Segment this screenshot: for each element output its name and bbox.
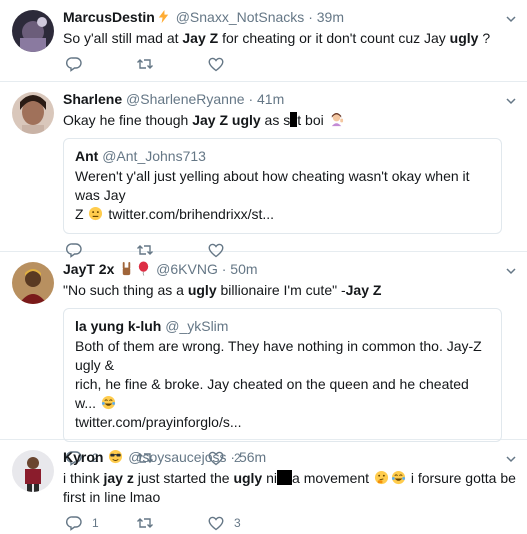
tweet-text: i think jay z just started the ugly ni a … xyxy=(63,470,516,505)
tweet-header: MarcusDestin @Snaxx_NotSnacks · 39m xyxy=(63,8,519,26)
like-button[interactable] xyxy=(207,55,234,73)
tweet-text: "No such thing as a ugly billionaire I'm… xyxy=(63,282,382,298)
lightning-bolt-icon xyxy=(156,9,171,24)
reply-count: 1 xyxy=(92,516,99,530)
timestamp[interactable]: 39m xyxy=(317,9,344,25)
separator-dot: · xyxy=(248,91,254,107)
neutral-face-emoji-icon xyxy=(88,206,103,221)
user-handle[interactable]: @soysaucejoss xyxy=(128,449,226,465)
avatar[interactable] xyxy=(12,450,54,492)
tweet-header: Sharlene @SharleneRyanne · 41m xyxy=(63,90,519,108)
separator-dot: · xyxy=(230,449,236,465)
reply-icon xyxy=(66,57,82,72)
balloon-emoji-icon xyxy=(136,261,151,276)
tweet-text: So y'all still mad at Jay Z for cheating… xyxy=(63,30,491,46)
quoted-text: Both of them are wrong. They have nothin… xyxy=(75,338,482,430)
chevron-down-icon[interactable] xyxy=(505,451,517,463)
like-button[interactable]: 3 xyxy=(207,514,241,532)
tweet-text: Okay he fine though Jay Z ugly as st boi xyxy=(63,111,519,130)
reply-icon xyxy=(66,516,82,531)
avatar[interactable] xyxy=(12,92,54,134)
retweet-icon xyxy=(137,518,153,528)
heart-icon xyxy=(208,57,224,72)
quoted-tweet[interactable]: Ant @Ant_Johns713 Weren't y'all just yel… xyxy=(63,138,502,234)
like-count: 3 xyxy=(234,516,241,530)
user-handle[interactable]: @Snaxx_NotSnacks xyxy=(176,9,305,25)
tweet-2[interactable]: Sharlene @SharleneRyanne · 41m Okay he f… xyxy=(0,82,527,258)
person-tipping-hand-emoji-icon xyxy=(329,112,344,127)
quoted-user-handle: @Ant_Johns713 xyxy=(102,148,206,164)
tweet-4[interactable]: Kyron @soysaucejoss · 56m i think jay z … xyxy=(0,440,527,534)
chevron-down-icon[interactable] xyxy=(505,93,517,105)
sign-of-horns-emoji-icon xyxy=(119,261,134,276)
avatar[interactable] xyxy=(12,10,54,52)
quoted-tweet[interactable]: la yung k-luh @_ykSlim Both of them are … xyxy=(63,308,502,442)
timestamp[interactable]: 50m xyxy=(230,261,257,277)
quoted-display-name: la yung k-luh xyxy=(75,318,162,334)
tweet-header: JayT 2x @6KVNG · 50m xyxy=(63,260,519,278)
tweet-1[interactable]: MarcusDestin @Snaxx_NotSnacks · 39m So y… xyxy=(0,0,527,82)
chevron-down-icon[interactable] xyxy=(505,263,517,275)
reply-button[interactable]: 1 xyxy=(65,514,99,532)
quoted-display-name: Ant xyxy=(75,148,99,164)
redaction-bar xyxy=(277,470,293,485)
tears-of-joy-emoji-icon xyxy=(101,395,116,410)
separator-dot: · xyxy=(308,9,313,25)
timestamp[interactable]: 56m xyxy=(239,449,266,465)
retweet-icon xyxy=(137,59,153,69)
quoted-user-handle: @_ykSlim xyxy=(165,318,229,334)
tweet-actions: 1 3 xyxy=(63,514,519,534)
reply-button[interactable] xyxy=(65,55,92,73)
retweet-button[interactable] xyxy=(136,514,163,532)
heart-icon xyxy=(208,516,224,531)
display-name[interactable]: JayT 2x xyxy=(63,261,114,277)
timestamp[interactable]: 41m xyxy=(257,91,284,107)
sunglasses-face-emoji-icon xyxy=(108,449,123,464)
chevron-down-icon[interactable] xyxy=(505,11,517,23)
quoted-text: Weren't y'all just yelling about how che… xyxy=(75,168,470,222)
thinking-face-emoji-icon xyxy=(374,470,389,485)
user-handle[interactable]: @SharleneRyanne xyxy=(126,91,245,107)
tweet-3[interactable]: JayT 2x @6KVNG · 50m "No such thing as a… xyxy=(0,252,527,466)
tweet-header: Kyron @soysaucejoss · 56m xyxy=(63,448,519,466)
display-name[interactable]: Sharlene xyxy=(63,91,122,107)
separator-dot: · xyxy=(221,261,227,277)
display-name[interactable]: Kyron xyxy=(63,449,103,465)
tears-of-joy-emoji-icon xyxy=(391,470,406,485)
retweet-button[interactable] xyxy=(136,55,163,73)
display-name[interactable]: MarcusDestin xyxy=(63,9,155,25)
avatar[interactable] xyxy=(12,262,54,304)
user-handle[interactable]: @6KVNG xyxy=(156,261,218,277)
tweet-actions xyxy=(63,55,519,75)
